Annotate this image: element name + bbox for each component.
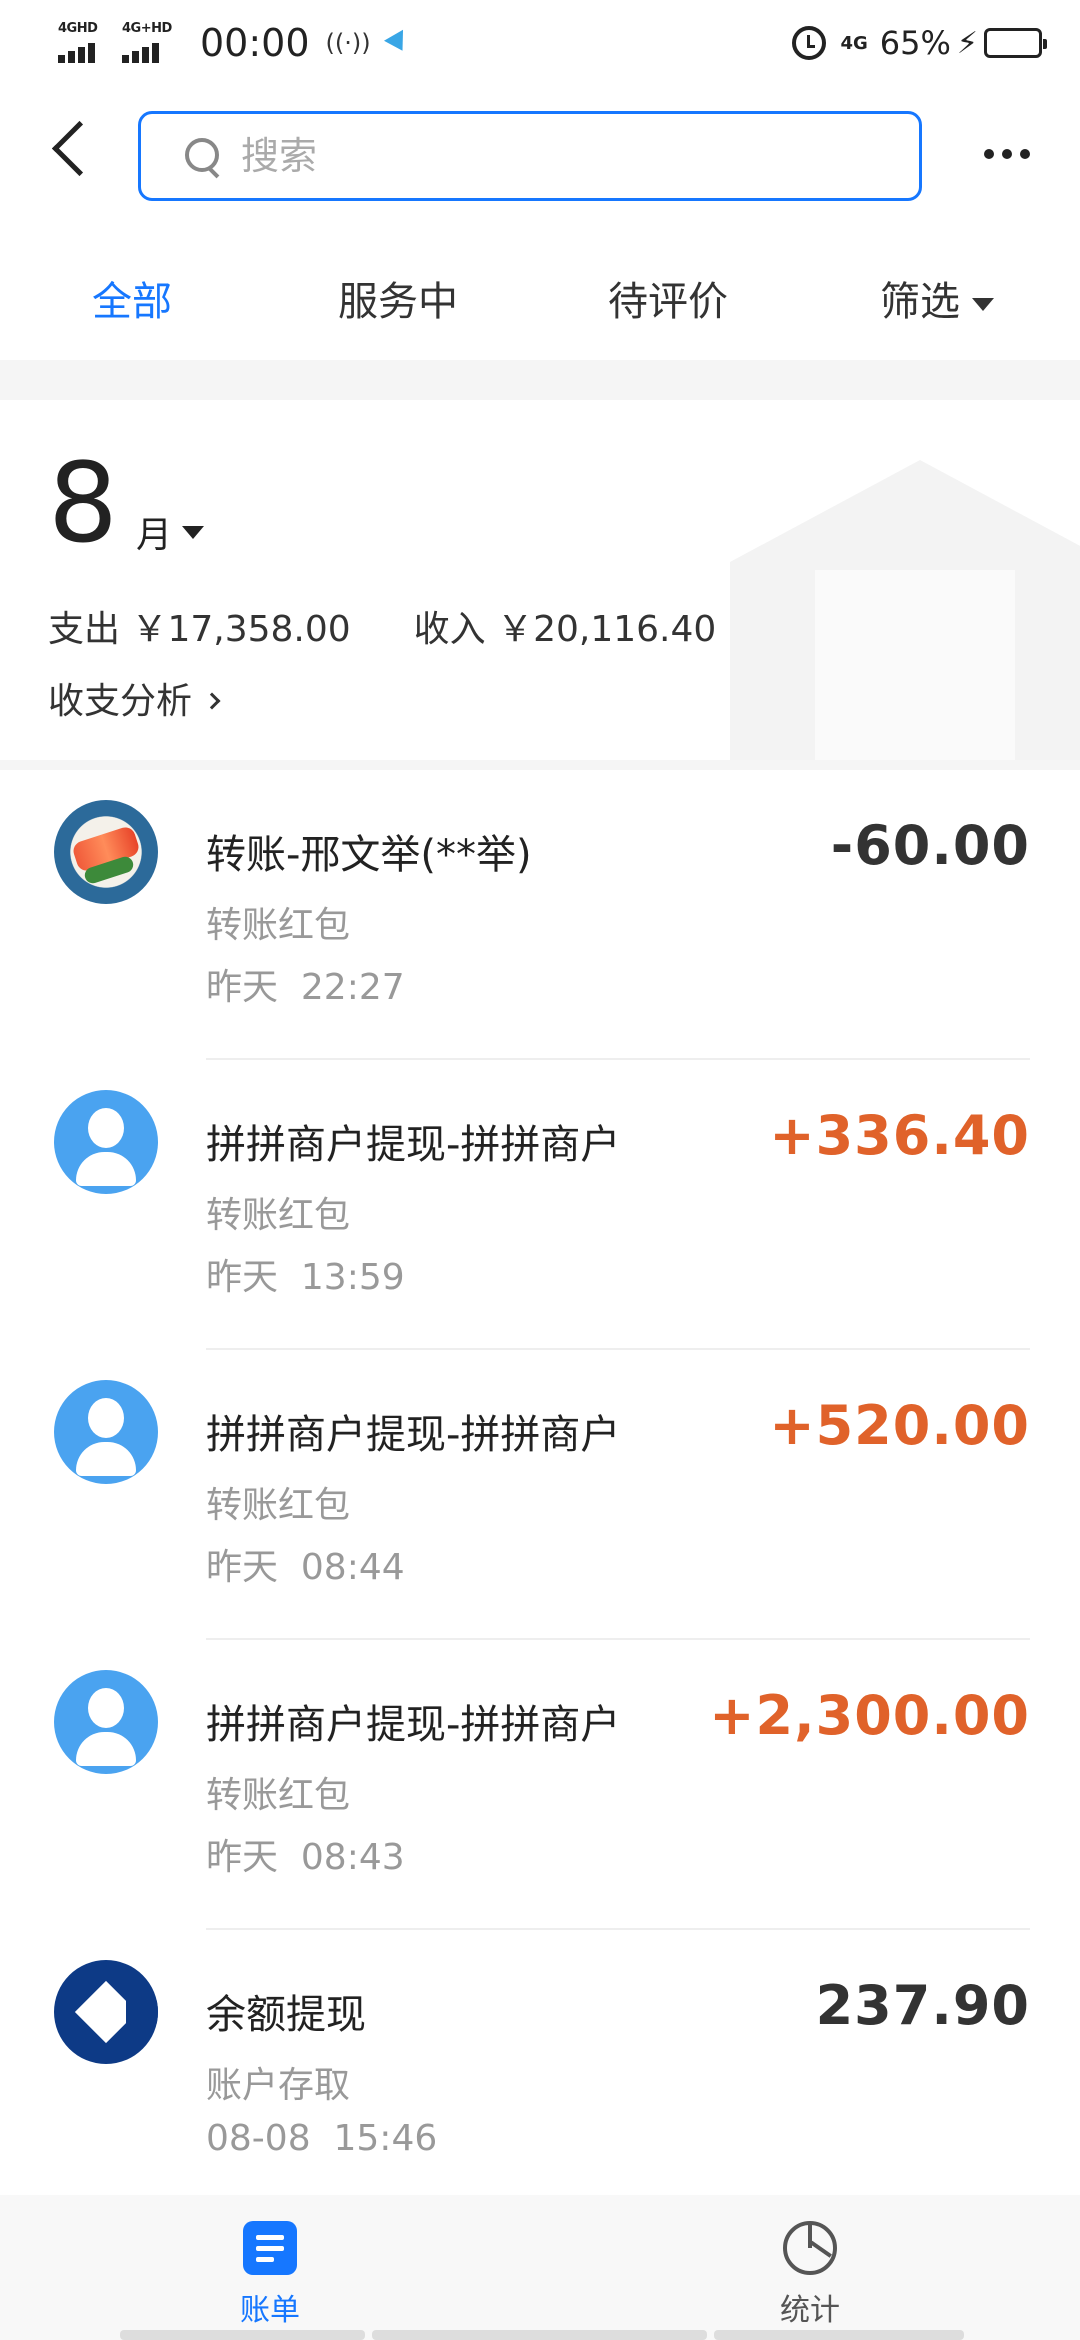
expense-value: ￥17,358.00: [131, 609, 351, 650]
transaction-title: 拼拼商户提现-拼拼商户: [206, 1702, 621, 1748]
transaction-row[interactable]: 转账-邢文举(**举) 转账红包 昨天 22:27 -60.00: [0, 770, 1080, 1060]
nav-stats-label: 统计: [780, 2293, 840, 2328]
gesture-bar: [714, 2330, 964, 2340]
transaction-time: 昨天 08:44: [206, 1547, 405, 1588]
transaction-time: 昨天 13:59: [206, 1257, 405, 1298]
status-bar-left: 4GHD 4G+HD 00:00 ((·)): [58, 18, 412, 68]
pie-chart-icon: [783, 2221, 837, 2275]
signal-label: 4GHD: [58, 21, 98, 36]
status-time: 00:00: [200, 21, 310, 65]
transaction-time: 昨天 22:27: [206, 967, 405, 1008]
search-header: [0, 85, 1080, 225]
transaction-amount: +2,300.00: [709, 1684, 1030, 1747]
back-button[interactable]: [40, 111, 100, 191]
transaction-row[interactable]: 余额提现 账户存取 08-08 15:46 237.90: [0, 1930, 1080, 2220]
avatar-food-photo: [54, 800, 158, 904]
chevron-right-icon: [203, 692, 221, 710]
bottom-navigation: 账单 统计: [0, 2195, 1080, 2340]
alarm-clock-icon: [792, 26, 827, 60]
hotspot-icon: ((·)): [325, 29, 371, 57]
tab-filter[interactable]: 筛选: [880, 269, 994, 327]
network-type-icon: 4G: [840, 32, 868, 54]
battery-percent: 65%: [879, 24, 951, 62]
transaction-category: 转账红包: [206, 1195, 351, 1236]
nav-bill-label: 账单: [240, 2293, 300, 2328]
bill-icon: [243, 2221, 297, 2275]
transaction-time: 08-08 15:46: [206, 2118, 438, 2159]
more-options-button[interactable]: [972, 129, 1042, 179]
transaction-category: 转账红包: [206, 1485, 351, 1526]
income-label: 收入: [413, 609, 486, 650]
income-expense-analysis-link[interactable]: 收支分析: [48, 672, 221, 724]
caret-down-icon: [972, 297, 994, 311]
transaction-time: 昨天 08:43: [206, 1837, 405, 1878]
transaction-row[interactable]: 拼拼商户提现-拼拼商户 转账红包 昨天 08:43 +2,300.00: [0, 1640, 1080, 1930]
background-decoration: [730, 460, 1080, 760]
transaction-title: 转账-邢文举(**举): [206, 832, 532, 878]
transaction-category: 转账红包: [206, 905, 351, 946]
filter-tabs: 全部 服务中 待评价 筛选: [0, 225, 1080, 360]
search-input[interactable]: [241, 128, 881, 184]
income-value: ￥20,116.40: [497, 609, 717, 650]
gesture-bar: [120, 2330, 365, 2340]
nav-stats[interactable]: 统计: [740, 2221, 880, 2331]
tab-in-service[interactable]: 服务中: [338, 269, 458, 327]
transaction-amount: -60.00: [830, 814, 1030, 877]
search-bar[interactable]: [138, 111, 922, 201]
person-avatar-icon: [54, 1380, 158, 1484]
person-avatar-icon: [54, 1670, 158, 1774]
transaction-amount: +520.00: [769, 1394, 1030, 1457]
signal-icon: 4G+HD: [122, 21, 186, 65]
transaction-row[interactable]: 拼拼商户提现-拼拼商户 转账红包 昨天 08:44 +520.00: [0, 1350, 1080, 1640]
month-unit[interactable]: 月: [136, 506, 172, 558]
transaction-amount: +336.40: [769, 1104, 1030, 1167]
transaction-row[interactable]: 拼拼商户提现-拼拼商户 转账红包 昨天 13:59 +336.40: [0, 1060, 1080, 1350]
month-summary: 8 月 支出 ￥17,358.00 收入 ￥20,116.40 收支分析: [0, 400, 1080, 760]
tab-all[interactable]: 全部: [92, 269, 172, 327]
signal-label: 4G+HD: [122, 21, 172, 36]
charging-icon: ⚡: [956, 25, 978, 61]
person-avatar-icon: [54, 1090, 158, 1194]
status-bar-right: 4G 65% ⚡: [792, 18, 1047, 68]
transaction-category: 账户存取: [206, 2065, 351, 2106]
search-icon: [185, 138, 223, 176]
tab-pending-review[interactable]: 待评价: [608, 269, 728, 327]
location-arrow-icon: [383, 29, 412, 57]
transaction-title: 拼拼商户提现-拼拼商户: [206, 1122, 621, 1168]
month-totals: 支出 ￥17,358.00 收入 ￥20,116.40: [48, 600, 716, 652]
status-bar: 4GHD 4G+HD 00:00 ((·)) 4G 65% ⚡: [0, 0, 1080, 85]
transaction-amount: 237.90: [815, 1974, 1030, 2037]
month-number[interactable]: 8: [48, 448, 118, 558]
transaction-list: 转账-邢文举(**举) 转账红包 昨天 22:27 -60.00 拼拼商户提现-…: [0, 770, 1080, 2195]
transaction-title: 拼拼商户提现-拼拼商户: [206, 1412, 621, 1458]
expense-label: 支出: [48, 609, 121, 650]
month-dropdown-icon[interactable]: [182, 526, 204, 539]
bank-logo-icon: [54, 1960, 158, 2064]
battery-icon: [984, 28, 1047, 58]
tab-filter-label: 筛选: [880, 279, 960, 325]
signal-icon: 4GHD: [58, 21, 112, 65]
analysis-link-label: 收支分析: [48, 681, 193, 722]
nav-bill[interactable]: 账单: [200, 2221, 340, 2331]
transaction-category: 转账红包: [206, 1775, 351, 1816]
transaction-title: 余额提现: [206, 1992, 366, 2038]
gesture-bar: [372, 2330, 707, 2340]
